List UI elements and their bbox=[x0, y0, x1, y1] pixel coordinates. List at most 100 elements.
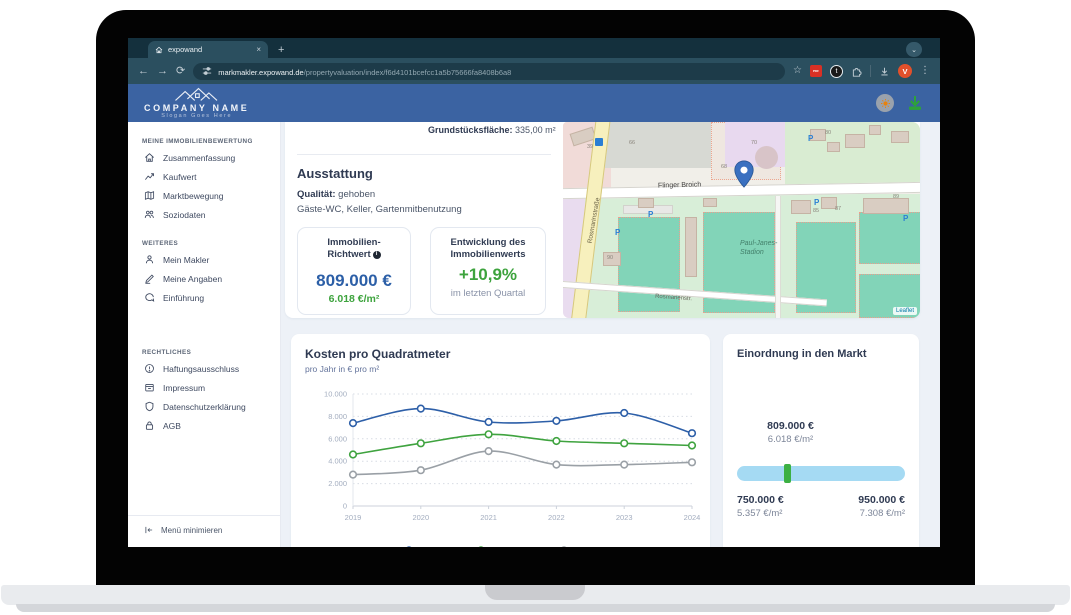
sidebar-item-label: Haftungsausschluss bbox=[163, 364, 239, 374]
shield-icon bbox=[144, 401, 155, 412]
growth-caption: im letzten Quartal bbox=[431, 288, 545, 299]
people-icon bbox=[144, 209, 155, 220]
sidebar-item-haftungsausschluss[interactable]: Haftungsausschluss bbox=[128, 359, 280, 378]
pdf-extension-icon[interactable]: PDF bbox=[810, 65, 822, 77]
menu-collapse-button[interactable]: Menü minimieren bbox=[128, 515, 280, 547]
browser-menu-icon[interactable]: ⋮ bbox=[920, 66, 930, 76]
plot-area-row: Grundstücksfläche: 335,00 m² bbox=[428, 124, 556, 138]
sidebar-item-meine-angaben[interactable]: Meine Angaben bbox=[128, 269, 280, 288]
chat-bubble-icon bbox=[144, 292, 155, 303]
market-min-sqm: 5.357 €/m² bbox=[737, 508, 784, 519]
collapse-icon bbox=[144, 525, 154, 535]
url-bar[interactable]: markmakler.expowand.de/propertyvaluation… bbox=[193, 63, 785, 80]
tab-favicon-home-icon bbox=[155, 46, 163, 54]
window-chevron-icon[interactable]: ⌄ bbox=[906, 42, 922, 57]
laptop-mockup: expowand × + ⌄ ← → ⟳ markmakler.expowand… bbox=[0, 0, 1071, 615]
map-stadium-label: Paul-Janes-Stadion bbox=[709, 240, 771, 249]
svg-text:4.000: 4.000 bbox=[328, 457, 347, 466]
forward-icon[interactable]: → bbox=[157, 66, 168, 77]
person-icon bbox=[144, 254, 155, 265]
svg-text:2023: 2023 bbox=[616, 513, 633, 522]
market-min-price: 750.000 € bbox=[737, 494, 784, 506]
browser-window: expowand × + ⌄ ← → ⟳ markmakler.expowand… bbox=[128, 38, 940, 547]
extensions-puzzle-icon[interactable] bbox=[851, 66, 862, 77]
home-icon bbox=[144, 152, 155, 163]
sidebar-item-soziodaten[interactable]: Soziodaten bbox=[128, 205, 280, 224]
divider bbox=[297, 154, 551, 155]
chart-card: Kosten pro Quadratmeter pro Jahr in € pr… bbox=[291, 334, 710, 547]
svg-text:2022: 2022 bbox=[548, 513, 565, 522]
svg-text:2019: 2019 bbox=[345, 513, 362, 522]
browser-tab[interactable]: expowand × bbox=[148, 41, 268, 58]
main-area: Grundstücksfläche: 335,00 m² Ausstattung… bbox=[281, 122, 940, 547]
quality-value: gehoben bbox=[338, 189, 375, 200]
bookmark-star-icon[interactable]: ☆ bbox=[793, 66, 802, 76]
map-attribution[interactable]: Leaflet bbox=[893, 307, 917, 315]
market-max: 950.000 € 7.308 €/m² bbox=[858, 494, 905, 519]
benchmark-price: 809.000 € bbox=[298, 271, 410, 291]
market-min: 750.000 € 5.357 €/m² bbox=[737, 494, 784, 519]
pen-icon bbox=[144, 273, 155, 284]
market-current-price: 809.000 € bbox=[723, 420, 858, 432]
site-settings-icon bbox=[202, 66, 212, 76]
toolbar-divider bbox=[870, 65, 871, 77]
svg-text:2.000: 2.000 bbox=[328, 479, 347, 488]
parking-sign-icon bbox=[595, 138, 603, 146]
benchmark-price-per-sqm: 6.018 €/m² bbox=[298, 293, 410, 305]
tab-title: expowand bbox=[168, 45, 251, 54]
reload-icon[interactable]: ⟳ bbox=[176, 66, 185, 77]
sidebar-item-label: Einführung bbox=[163, 293, 204, 303]
market-max-price: 950.000 € bbox=[858, 494, 905, 506]
back-icon[interactable]: ← bbox=[138, 66, 149, 77]
map-parking-label: P bbox=[615, 228, 620, 237]
download-report-button[interactable] bbox=[906, 94, 924, 112]
quality-row: Qualität: gehoben bbox=[297, 189, 375, 200]
market-title: Einordnung in den Markt bbox=[737, 348, 905, 360]
info-icon[interactable]: i bbox=[373, 251, 381, 259]
archive-icon bbox=[144, 382, 155, 393]
browser-tabstrip: expowand × + ⌄ bbox=[128, 38, 940, 58]
app-header: COMPANY NAME Slogan Goes Here bbox=[128, 84, 940, 122]
market-marker bbox=[784, 464, 791, 483]
sidebar-item-agb[interactable]: AGB bbox=[128, 416, 280, 435]
svg-text:2021: 2021 bbox=[480, 513, 497, 522]
sidebar-item-label: Zusammenfassung bbox=[163, 153, 235, 163]
sidebar-heading-valuation: MEINE IMMOBILIENBEWERTUNG bbox=[142, 138, 280, 145]
sidebar-item-einfuehrung[interactable]: Einführung bbox=[128, 288, 280, 307]
map-house-number: 90 bbox=[607, 255, 613, 261]
features-title: Ausstattung bbox=[297, 166, 373, 181]
quality-label: Qualität: bbox=[297, 189, 336, 200]
sun-icon bbox=[880, 98, 891, 109]
sidebar-item-impressum[interactable]: Impressum bbox=[128, 378, 280, 397]
profile-avatar[interactable]: V bbox=[898, 64, 912, 78]
market-max-sqm: 7.308 €/m² bbox=[858, 508, 905, 519]
benchmark-value-card: Immobilien- Richtwerti 809.000 € 6.018 €… bbox=[297, 227, 411, 315]
downloads-icon[interactable] bbox=[879, 66, 890, 77]
svg-text:8.000: 8.000 bbox=[328, 412, 347, 421]
map[interactable]: Flinger Broich Rosmarinstraße Rosmariens… bbox=[563, 122, 920, 318]
map-street-label: Flinger Broich bbox=[658, 181, 701, 189]
sidebar-item-mein-makler[interactable]: Mein Makler bbox=[128, 250, 280, 269]
sidebar-item-marktbewegung[interactable]: Marktbewegung bbox=[128, 186, 280, 205]
svg-text:10.000: 10.000 bbox=[324, 390, 347, 399]
theme-sun-button[interactable] bbox=[876, 94, 894, 112]
sidebar-item-label: AGB bbox=[163, 421, 181, 431]
svg-text:2020: 2020 bbox=[412, 513, 429, 522]
sidebar-item-label: Meine Angaben bbox=[163, 274, 222, 284]
sidebar-item-label: Impressum bbox=[163, 383, 205, 393]
sidebar-item-label: Soziodaten bbox=[163, 210, 206, 220]
map-parking-label: P bbox=[648, 210, 653, 219]
browser-toolbar: ← → ⟳ markmakler.expowand.de/propertyval… bbox=[128, 58, 940, 84]
sidebar-item-datenschutz[interactable]: Datenschutzerklärung bbox=[128, 397, 280, 416]
company-name: COMPANY NAME bbox=[144, 103, 249, 113]
sidebar-item-zusammenfassung[interactable]: Zusammenfassung bbox=[128, 148, 280, 167]
info-circle-icon bbox=[144, 363, 155, 374]
market-range-track bbox=[737, 466, 905, 481]
new-tab-button[interactable]: + bbox=[278, 44, 284, 56]
summary-card: Grundstücksfläche: 335,00 m² Ausstattung… bbox=[285, 122, 920, 318]
tab-close-icon[interactable]: × bbox=[256, 45, 261, 54]
roofs-logo-icon bbox=[174, 87, 220, 102]
sidebar-item-kaufwert[interactable]: Kaufwert bbox=[128, 167, 280, 186]
extension-icon[interactable]: t bbox=[830, 65, 843, 78]
market-current-value: 809.000 € 6.018 €/m² bbox=[723, 420, 858, 445]
